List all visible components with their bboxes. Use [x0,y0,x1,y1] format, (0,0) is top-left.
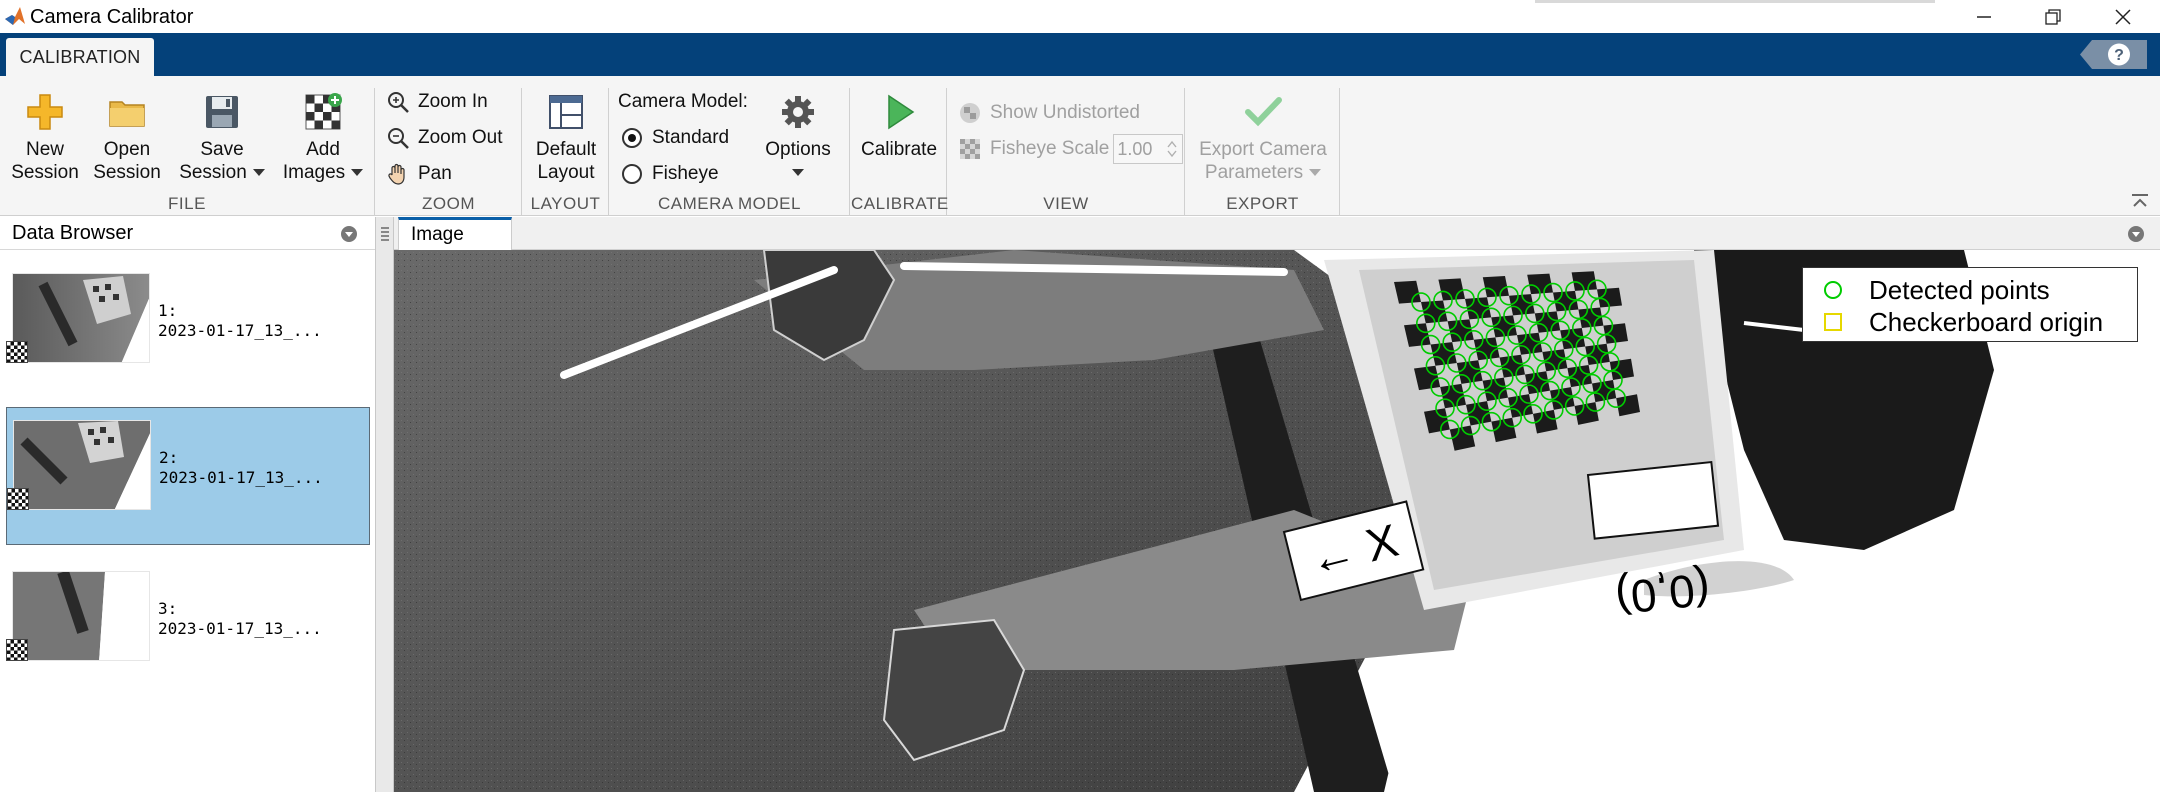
save-session-button[interactable]: Save Session [176,92,268,184]
checkerboard-icon [6,341,28,363]
panel-menu-icon[interactable] [341,226,357,242]
section-layout: Default Layout LAYOUT [523,88,609,216]
fisheye-scale-spinner[interactable]: 1.00 [1113,134,1184,164]
open-session-button[interactable]: Open Session [92,92,162,184]
section-label-view: VIEW [1043,194,1089,213]
toolstrip-ribbon: New Session Open Session Save Session Ad… [0,76,2160,216]
fisheye-scale-control: Fisheye Scale 1.00 [958,134,1184,164]
zoom-out-button[interactable]: Zoom Out [386,125,502,151]
calibration-image-view[interactable]: ← X (0,0) Detected points Checkerboard o… [394,250,2160,792]
chevron-down-icon [252,169,265,177]
list-item[interactable]: 1: 2023-01-17_13_... [6,261,370,399]
legend-checkerboard-origin: Checkerboard origin [1823,306,2103,338]
close-icon [2115,8,2131,25]
section-label-camera-model: CAMERA MODEL [658,194,801,213]
restore-button[interactable] [2023,0,2083,33]
plot-legend: Detected points Checkerboard origin [1802,267,2138,342]
radio-selected [622,128,642,148]
splitter-grip [381,227,389,241]
checkerboard-icon [6,639,28,661]
fisheye-radio[interactable]: Fisheye [622,161,719,187]
minimize-icon [1977,15,1991,18]
section-label-layout: LAYOUT [530,194,601,213]
save-disk-icon [206,96,238,128]
minimize-button[interactable] [1954,0,2014,33]
image-thumbnail [12,273,150,363]
default-layout-button[interactable]: Default Layout [529,92,603,184]
data-browser-panel: Data Browser 1: 2023-01-17_13_... 2: 2023-… [0,217,376,792]
zoom-in-icon [388,92,409,113]
plus-icon [27,94,63,130]
image-thumbnail [12,571,150,661]
show-undistorted-button[interactable]: Show Undistorted [958,100,1140,126]
collapse-ribbon-icon[interactable] [2130,192,2150,210]
section-label-file: FILE [168,194,206,213]
pan-button[interactable]: Pan [386,161,452,187]
matlab-logo-icon [5,7,25,25]
list-item[interactable]: 3: 2023-01-17_13_... [6,559,370,697]
legend-detected-points: Detected points [1823,274,2050,306]
close-button[interactable] [2093,0,2153,33]
add-images-checkerboard-icon [305,93,342,130]
pan-hand-icon [388,163,405,185]
radio-unselected [622,164,642,184]
undistorted-checker-icon [960,103,980,123]
section-file: New Session Open Session Save Session Ad… [0,88,375,216]
chevron-down-icon [351,169,364,177]
section-export: Export Camera Parameters EXPORT [1186,88,1340,216]
zoom-out-icon [388,128,409,149]
chevron-down-icon [792,169,804,177]
yellow-square-icon [1824,313,1842,331]
toolstrip-tab-bar: CALIBRATION ? [0,33,2160,76]
chevron-down-icon [1309,169,1322,177]
section-label-calibrate: CALIBRATE [851,194,949,213]
play-icon [888,94,915,130]
green-circle-icon [1824,281,1842,299]
background-window-edge [1535,0,1935,3]
window-title: Camera Calibrator [30,6,194,28]
image-panel: Image ← X (0,0) Detected points Checkerb… [394,217,2160,792]
new-session-button[interactable]: New Session [10,92,80,184]
tab-calibration[interactable]: CALIBRATION [6,38,154,76]
section-calibrate: Calibrate CALIBRATE [851,88,949,216]
title-bar: Camera Calibrator [0,0,2160,33]
tab-image[interactable]: Image [398,217,512,250]
image-tab-bar: Image [394,217,2160,250]
list-item-selected[interactable]: 2: 2023-01-17_13_... [6,407,370,545]
panel-menu-icon[interactable] [2128,226,2144,242]
camera-calibrator-app: Camera Calibrator CALIBRATION ? New Sess… [0,0,2160,792]
standard-radio[interactable]: Standard [622,125,729,151]
options-button[interactable]: Options [758,92,838,184]
section-zoom: Zoom In Zoom Out Pan ZOOM [376,88,522,216]
layout-grid-icon [549,95,583,129]
fisheye-scale-icon [960,139,980,159]
section-camera-model: Camera Model: Standard Fisheye Options C… [610,88,850,216]
checkerboard-icon [7,488,29,510]
zoom-in-button[interactable]: Zoom In [386,89,488,115]
data-browser-header: Data Browser [0,217,375,250]
svg-text:?: ? [2114,47,2124,64]
section-label-export: EXPORT [1226,194,1299,213]
camera-model-heading: Camera Model: [618,91,748,112]
svg-text:(0,0): (0,0) [1613,563,1713,625]
spinner-arrows-icon [1167,140,1177,158]
section-view: Show Undistorted Fisheye Scale 1.00 VIEW [948,88,1185,216]
checkmark-icon [1245,97,1282,127]
restore-icon [2045,8,2061,25]
panel-splitter[interactable] [376,217,394,792]
data-browser-title: Data Browser [12,221,134,244]
help-button[interactable]: ? [2078,39,2148,70]
gear-icon [782,96,814,128]
add-images-button[interactable]: Add Images [278,92,368,184]
section-label-zoom: ZOOM [422,194,475,213]
image-thumbnail [13,420,151,510]
calibrate-button[interactable]: Calibrate [855,92,943,161]
folder-icon [109,101,145,127]
export-camera-parameters-button[interactable]: Export Camera Parameters [1190,92,1336,184]
